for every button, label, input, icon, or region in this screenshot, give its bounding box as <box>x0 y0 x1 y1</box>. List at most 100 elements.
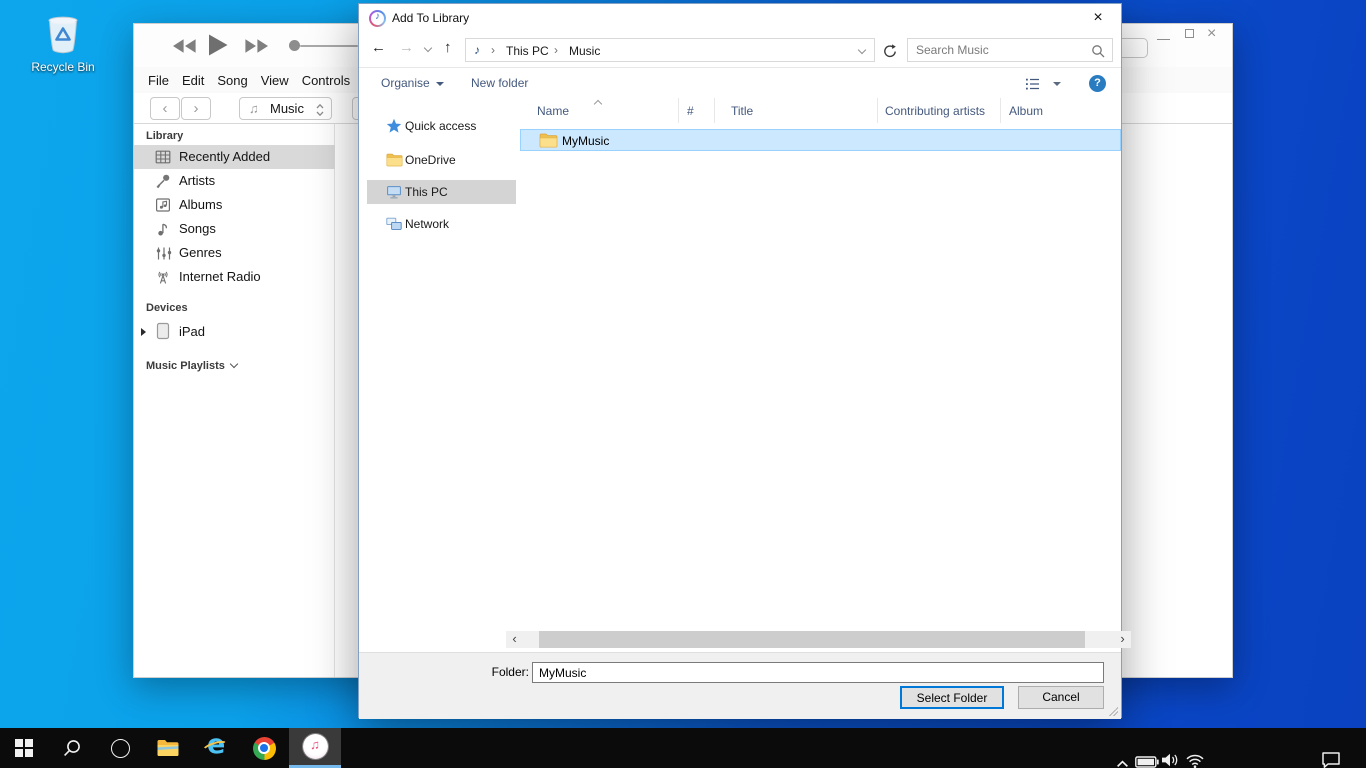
cortana-icon <box>111 739 130 758</box>
internet-explorer-icon: e <box>203 735 229 761</box>
sidebar-item-label: Internet Radio <box>179 269 261 284</box>
crumb-separator-icon: › <box>491 43 495 57</box>
horizontal-scrollbar[interactable]: ‹ › <box>523 631 1114 648</box>
dialog-close-button[interactable]: × <box>1087 7 1109 29</box>
battery-icon[interactable] <box>1135 742 1159 768</box>
itunes-taskbar-button[interactable]: ♫ <box>289 728 341 768</box>
devices-section-header: Devices <box>146 302 188 314</box>
start-button[interactable] <box>0 728 48 768</box>
chevron-down-icon <box>436 82 444 86</box>
sidebar-item-ipad[interactable]: iPad <box>134 320 335 344</box>
maximize-button[interactable] <box>1185 29 1194 38</box>
volume-icon[interactable] <box>1160 740 1180 768</box>
rewind-icon[interactable] <box>171 38 197 54</box>
column-header-number[interactable]: # <box>679 98 715 123</box>
cancel-button[interactable]: Cancel <box>1018 686 1104 709</box>
recent-locations-chevron-icon[interactable] <box>424 44 432 52</box>
chrome-button[interactable] <box>240 728 288 768</box>
scroll-left-arrow[interactable]: ‹ <box>506 631 523 648</box>
play-icon[interactable] <box>207 33 229 57</box>
sidebar-item-quick-access[interactable]: Quick access <box>367 114 516 138</box>
new-folder-button[interactable]: New folder <box>471 76 528 90</box>
sidebar-item-label: iPad <box>179 324 205 339</box>
updown-chevrons-icon <box>315 102 325 118</box>
sidebar-item-internet-radio[interactable]: Internet Radio <box>134 265 335 289</box>
recycle-bin-desktop-icon[interactable]: Recycle Bin <box>29 8 97 74</box>
dialog-sidebar: Quick access OneDrive This PC Network <box>359 98 518 652</box>
file-explorer-icon <box>156 738 180 758</box>
scrollbar-thumb[interactable] <box>539 631 1085 648</box>
back-button[interactable]: ← <box>371 39 386 56</box>
onedrive-folder-icon <box>386 153 403 167</box>
volume-slider-track[interactable] <box>300 45 358 47</box>
search-input[interactable] <box>908 39 1112 61</box>
desktop: Recycle Bin × File Edit Song View Contro… <box>0 0 1366 768</box>
sidebar-item-recently-added[interactable]: Recently Added <box>134 145 335 169</box>
select-folder-button[interactable]: Select Folder <box>900 686 1004 709</box>
music-note-icon: ♫ <box>249 101 259 116</box>
dialog-command-bar: Organise New folder ? <box>359 67 1121 98</box>
search-icon <box>1091 44 1105 58</box>
itunes-sidebar: Library Recently Added Artists Albums So… <box>134 124 335 678</box>
search-box <box>907 38 1113 62</box>
organise-menu-button[interactable]: Organise <box>381 76 444 90</box>
music-folder-icon: ♪ <box>474 43 480 57</box>
menu-edit[interactable]: Edit <box>182 73 204 88</box>
expand-chevron-icon[interactable] <box>141 328 146 336</box>
music-playlists-header[interactable]: Music Playlists <box>146 360 237 372</box>
fast-forward-icon[interactable] <box>244 38 270 54</box>
menu-file[interactable]: File <box>148 73 169 88</box>
breadcrumb-this-pc[interactable]: This PC <box>506 44 549 58</box>
resize-grip[interactable] <box>1108 706 1118 716</box>
volume-slider-knob[interactable] <box>289 40 300 51</box>
sidebar-item-genres[interactable]: Genres <box>134 241 335 265</box>
media-kind-value: Music <box>270 101 304 116</box>
file-row-mymusic[interactable]: MyMusic <box>520 129 1121 151</box>
minimize-button[interactable] <box>1157 39 1170 40</box>
menu-controls[interactable]: Controls <box>302 73 350 88</box>
library-section-header: Library <box>146 130 183 142</box>
sidebar-item-this-pc[interactable]: This PC <box>367 180 516 204</box>
address-dropdown-chevron-icon[interactable] <box>858 46 866 54</box>
sidebar-item-artists[interactable]: Artists <box>134 169 335 193</box>
up-button[interactable]: ↑ <box>444 39 452 56</box>
address-bar[interactable]: ♪ › This PC › Music <box>465 38 875 62</box>
itunes-forward-button[interactable]: › <box>181 97 211 120</box>
taskbar-search-button[interactable] <box>48 728 96 768</box>
itunes-close-button[interactable]: × <box>1207 24 1216 44</box>
column-header-title[interactable]: Title <box>715 98 878 123</box>
menu-song[interactable]: Song <box>217 73 247 88</box>
folder-icon <box>539 133 558 148</box>
column-header-album[interactable]: Album <box>1001 98 1123 123</box>
sidebar-item-network[interactable]: Network <box>367 212 516 236</box>
search-icon <box>62 738 82 758</box>
internet-explorer-button[interactable]: e <box>192 728 240 768</box>
itunes-back-button[interactable]: ‹ <box>150 97 180 120</box>
cortana-button[interactable] <box>96 728 144 768</box>
action-center-icon[interactable] <box>1321 740 1341 768</box>
dialog-title: Add To Library <box>392 4 469 33</box>
dialog-titlebar[interactable]: ♪ Add To Library × <box>359 4 1121 33</box>
column-header-contributing-artists[interactable]: Contributing artists <box>878 98 1001 123</box>
sidebar-item-albums[interactable]: Albums <box>134 193 335 217</box>
media-kind-selector[interactable]: ♫ Music <box>239 97 332 120</box>
sidebar-item-songs[interactable]: Songs <box>134 217 335 241</box>
itunes-app-icon: ♪ <box>369 10 386 27</box>
scroll-right-arrow[interactable]: › <box>1114 631 1131 648</box>
view-mode-icon[interactable] <box>1025 77 1041 91</box>
refresh-icon[interactable] <box>882 43 898 59</box>
help-button[interactable]: ? <box>1089 75 1106 92</box>
sidebar-item-onedrive[interactable]: OneDrive <box>367 148 516 172</box>
add-to-library-dialog: ♪ Add To Library × ← → ↑ ♪ › This PC › M… <box>358 3 1122 718</box>
menu-view[interactable]: View <box>261 73 289 88</box>
breadcrumb-music[interactable]: Music <box>569 44 600 58</box>
file-explorer-button[interactable] <box>144 728 192 768</box>
show-hidden-icons-chevron[interactable] <box>1116 744 1129 768</box>
view-mode-chevron-icon[interactable] <box>1053 82 1061 86</box>
sidebar-item-label: This PC <box>405 185 448 199</box>
wifi-icon[interactable] <box>1185 741 1205 768</box>
sliders-icon <box>154 244 174 262</box>
sidebar-item-label: Genres <box>179 245 222 260</box>
forward-button[interactable]: → <box>399 39 414 56</box>
folder-name-input[interactable] <box>532 662 1104 683</box>
